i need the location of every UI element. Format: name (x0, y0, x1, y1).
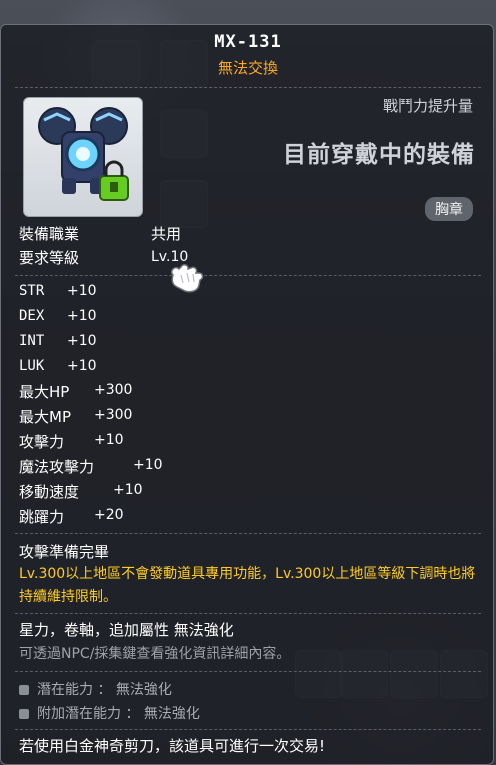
stat-label: 魔法攻擊力 (19, 458, 95, 476)
item-tooltip: MX-131 無法交換 戰鬥力提升量 目前穿戴中的裝備 胸章 裝備職業 共用 要… (0, 24, 494, 765)
stat-label: 最大HP (19, 383, 70, 401)
divider (15, 729, 481, 730)
platinum-scissors-note: 若使用白金神奇剪刀，該道具可進行一次交易! (19, 737, 326, 755)
potential-label: 潛在能力 ： 無法強化 (37, 682, 172, 698)
enhance-status: 星力，卷軸，追加屬性 無法強化 (19, 621, 234, 639)
additional-potential-row: 附加潛在能力 ： 無法強化 (19, 703, 200, 723)
stat-value: +10 (67, 283, 97, 299)
stat-label: STR (19, 283, 45, 299)
item-icon-frame (23, 97, 143, 217)
stat-label: 跳躍力 (19, 508, 65, 526)
stat-label: LUK (19, 358, 45, 374)
stat-value: +10 (67, 358, 97, 374)
attack-ready-description: Lv.300以上地區不會發動道具專用功能，Lv.300以上地區等級下調時也將持續… (19, 566, 476, 605)
requirement-job-value: 共用 (151, 225, 182, 243)
stat-value: +10 (67, 308, 97, 324)
stat-value: +10 (113, 482, 143, 498)
requirement-job-label: 裝備職業 (19, 225, 80, 243)
divider (15, 671, 481, 672)
attack-ready-title: 攻擊準備完畢 (19, 543, 110, 561)
stat-value: +10 (94, 432, 124, 448)
stat-value: +10 (133, 457, 163, 473)
currently-equipped-text: 目前穿戴中的裝備 (283, 142, 475, 168)
stat-value: +300 (94, 407, 133, 423)
stat-label: DEX (19, 308, 45, 324)
power-increase-label: 戰鬥力提升量 (382, 97, 473, 115)
equipment-slot-badge: 胸章 (425, 197, 473, 221)
bullet-icon (19, 709, 29, 719)
enhance-hint: 可透過NPC/採集鍵查看強化資訊詳細內容。 (19, 646, 291, 662)
requirement-level-label: 要求等級 (19, 249, 80, 267)
stat-value: +10 (67, 333, 97, 349)
trade-status: 無法交換 (217, 59, 278, 77)
stat-value: +20 (94, 507, 124, 523)
potential-row: 潛在能力 ： 無法強化 (19, 679, 172, 699)
glove-cursor-icon (167, 261, 207, 299)
badge-item-icon (38, 107, 129, 201)
item-name: MX-131 (214, 32, 282, 52)
divider (15, 275, 481, 276)
stat-value: +300 (94, 382, 133, 398)
stat-label: 移動速度 (19, 483, 80, 501)
bullet-icon (19, 685, 29, 695)
stat-label: 最大MP (19, 408, 71, 426)
stat-label: INT (19, 333, 45, 349)
divider (15, 87, 481, 88)
divider (15, 613, 481, 614)
stat-label: 攻擊力 (19, 433, 65, 451)
divider (15, 533, 481, 534)
additional-potential-label: 附加潛在能力 ： 無法強化 (37, 706, 200, 722)
